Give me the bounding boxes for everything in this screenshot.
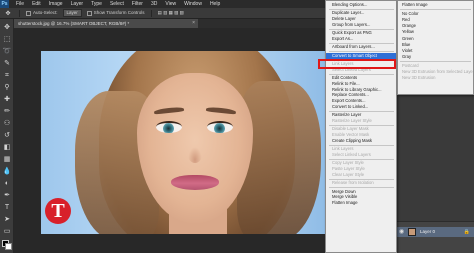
submenu-item[interactable]: Blue: [398, 42, 473, 48]
blur-tool-icon[interactable]: 💧: [2, 167, 12, 177]
close-icon[interactable]: ×: [192, 19, 195, 28]
visibility-eye-icon[interactable]: ◉: [399, 227, 404, 237]
path-select-icon[interactable]: ➤: [2, 215, 12, 225]
menu-help[interactable]: Help: [206, 0, 224, 8]
lips: [171, 175, 219, 190]
submenu-item[interactable]: Yellow: [398, 29, 473, 35]
menu-filter[interactable]: Filter: [128, 0, 147, 8]
menu-file[interactable]: File: [12, 0, 28, 8]
right-iris: [214, 123, 225, 133]
left-eye: [156, 121, 182, 133]
context-menu-item[interactable]: Convert to Smart Object: [326, 52, 396, 59]
divider: [150, 9, 152, 17]
show-transform-checkbox[interactable]: [86, 10, 92, 16]
menu-type[interactable]: Type: [87, 0, 106, 8]
menu-select[interactable]: Select: [106, 0, 128, 8]
context-menu-item[interactable]: Artboard from Layers...: [326, 44, 396, 50]
watermark-logo: T: [45, 198, 71, 224]
layer-context-menu: Blending Options... Duplicate Layer... Del…: [325, 0, 397, 253]
marquee-tool-icon[interactable]: ⬚: [2, 35, 12, 45]
divider: [19, 9, 20, 17]
context-menu-item: Clear Layer Style: [332, 172, 365, 177]
context-menu-item[interactable]: Export As...: [326, 36, 396, 42]
submenu-item[interactable]: No Color: [398, 11, 473, 17]
menu-window[interactable]: Window: [180, 0, 206, 8]
history-brush-icon[interactable]: ↺: [2, 131, 12, 141]
submenu-item[interactable]: Flatten Image: [398, 2, 473, 8]
menu-image[interactable]: Image: [45, 0, 67, 8]
type-tool-icon[interactable]: T: [2, 203, 12, 213]
document-tab[interactable]: shutterstock.jpg @ 16.7% (SMART OBJECT, …: [14, 19, 198, 28]
submenu-item[interactable]: Green: [398, 36, 473, 42]
highlight-outline: [318, 59, 396, 69]
submenu-item: Postcard: [402, 62, 419, 68]
menu-edit[interactable]: Edit: [28, 0, 45, 8]
menu-view[interactable]: View: [161, 0, 180, 8]
clone-stamp-icon[interactable]: ⚇: [2, 119, 12, 129]
left-iris: [163, 123, 174, 133]
document-tab-bar: shutterstock.jpg @ 16.7% (SMART OBJECT, …: [14, 19, 334, 28]
context-menu-item[interactable]: Flatten Image: [326, 200, 396, 206]
lock-icon: 🔒: [463, 229, 470, 235]
context-menu-item: Select Linked Layers: [332, 152, 371, 158]
image-canvas[interactable]: T: [41, 51, 327, 234]
gradient-tool-icon[interactable]: ▦: [2, 155, 12, 165]
context-menu-item[interactable]: Create Clipping Mask: [326, 138, 396, 144]
submenu-item[interactable]: Orange: [398, 23, 473, 29]
context-menu-item: Release from Isolation: [332, 180, 374, 186]
move-tool-icon[interactable]: ✥: [0, 10, 16, 17]
context-menu-item[interactable]: Group from Layers...: [326, 22, 396, 28]
healing-brush-icon[interactable]: ✚: [2, 95, 12, 105]
layers-panel: ◉ Layer 0 🔒: [396, 221, 474, 253]
nose: [188, 147, 202, 163]
auto-select-option[interactable]: Auto-Select:: [23, 10, 61, 16]
submenu-item[interactable]: Violet: [398, 48, 473, 54]
dodge-tool-icon[interactable]: ◐: [2, 179, 12, 189]
lasso-tool-icon[interactable]: ➰: [2, 47, 12, 57]
tools-panel: ✥ ⬚ ➰ ✎ ⌗ ⚲ ✚ ✏ ⚇ ↺ ◧ ▦ 💧 ◐ ✒ T ➤ ▭: [0, 19, 14, 253]
right-eye: [207, 121, 233, 133]
brush-tool-icon[interactable]: ✏: [2, 107, 12, 117]
shape-tool-icon[interactable]: ▭: [2, 227, 12, 237]
context-menu-item[interactable]: Convert to Linked...: [326, 104, 396, 110]
context-menu-item[interactable]: Blending Options...: [326, 2, 396, 8]
pen-tool-icon[interactable]: ✒: [2, 191, 12, 201]
show-transform-label: Show Transform Controls: [93, 10, 145, 16]
submenu-item[interactable]: Gray: [398, 54, 473, 60]
quick-select-tool-icon[interactable]: ✎: [2, 59, 12, 69]
document-title: shutterstock.jpg @ 16.7% (SMART OBJECT, …: [18, 21, 130, 26]
color-submenu: Flatten Image No Color Red Orange Yellow Gree…: [397, 0, 474, 95]
submenu-item[interactable]: Red: [398, 17, 473, 23]
layer-row[interactable]: ◉ Layer 0 🔒: [396, 227, 474, 237]
submenu-item: New 3D Extrusion: [402, 75, 436, 81]
submenu-item: New 3D Extrusion from Selected Layer: [402, 69, 473, 74]
background-color-swatch[interactable]: [5, 243, 12, 250]
auto-select-label: Auto-Select:: [33, 10, 58, 16]
layer-name: Layer 0: [420, 229, 436, 234]
context-menu-item: Rasterize Layer Style: [332, 118, 372, 124]
auto-select-dropdown[interactable]: Layer: [62, 9, 82, 17]
show-transform-option[interactable]: Show Transform Controls: [84, 10, 148, 16]
menu-3d[interactable]: 3D: [147, 0, 161, 8]
menu-layer[interactable]: Layer: [67, 0, 88, 8]
eraser-tool-icon[interactable]: ◧: [2, 143, 12, 153]
eyedropper-tool-icon[interactable]: ⚲: [2, 83, 12, 93]
move-tool-icon[interactable]: ✥: [2, 23, 12, 33]
auto-select-checkbox[interactable]: [26, 10, 31, 16]
photoshop-logo: Ps: [0, 0, 9, 8]
layer-thumbnail: [408, 228, 416, 236]
align-icons[interactable]: ▤ ▥ ▦ ▧ ▨: [155, 10, 187, 16]
crop-tool-icon[interactable]: ⌗: [2, 71, 12, 81]
